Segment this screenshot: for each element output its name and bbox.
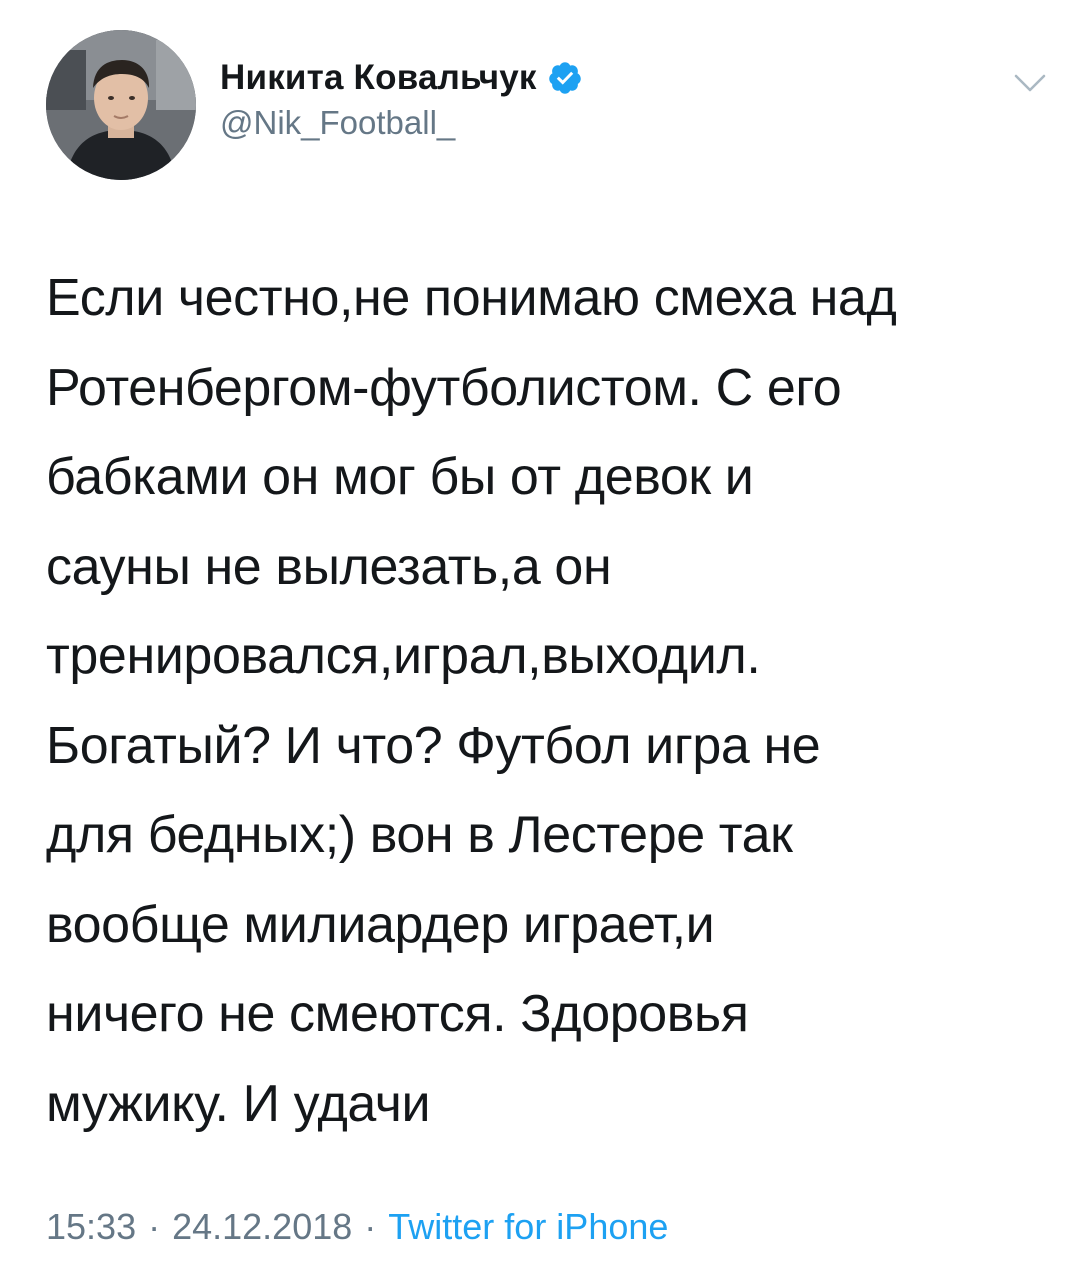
- tweet-meta: 15:33 · 24.12.2018 · Twitter for iPhone: [46, 1206, 668, 1248]
- tweet-text-line: вообще милиардер играет,и: [46, 895, 715, 954]
- tweet-text-line: Богатый? И что? Футбол игра не: [46, 716, 821, 775]
- avatar[interactable]: [46, 30, 196, 180]
- tweet-text-line: мужику. И удачи: [46, 1074, 431, 1133]
- author-display-name[interactable]: Никита Ковальчук: [220, 58, 537, 98]
- tweet-text-line: для бедных;) вон в Лестере так: [46, 806, 793, 864]
- tweet-source-link[interactable]: Twitter for iPhone: [388, 1206, 668, 1248]
- tweet-text-line: сауны не вылезать,а он: [46, 537, 612, 596]
- tweet-text-line: ничего не смеются. Здоровья: [46, 985, 749, 1043]
- author-handle[interactable]: @Nik_Football_: [220, 104, 455, 142]
- tweet-text-line: Если честно,не понимаю смеха над: [46, 269, 897, 327]
- tweet-time[interactable]: 15:33: [46, 1206, 136, 1248]
- tweet-date[interactable]: 24.12.2018: [172, 1206, 352, 1248]
- meta-separator: ·: [148, 1206, 161, 1247]
- author-name-row[interactable]: Никита Ковальчук: [220, 56, 583, 100]
- tweet-card: Никита Ковальчук @Nik_Football_ Если чес…: [0, 0, 1092, 1280]
- verified-badge-icon: [547, 60, 583, 96]
- tweet-text-line: Ротенбергом-футболистом. С его: [46, 358, 842, 417]
- tweet-text-line: бабками он мог бы от девок и: [46, 448, 754, 506]
- tweet-text-line: тренировался,играл,выходил.: [46, 627, 761, 685]
- meta-separator: ·: [364, 1206, 377, 1247]
- tweet-text: Если честно,не понимаю смеха над Ротенбе…: [46, 254, 1056, 1149]
- chevron-down-icon[interactable]: [1012, 72, 1048, 96]
